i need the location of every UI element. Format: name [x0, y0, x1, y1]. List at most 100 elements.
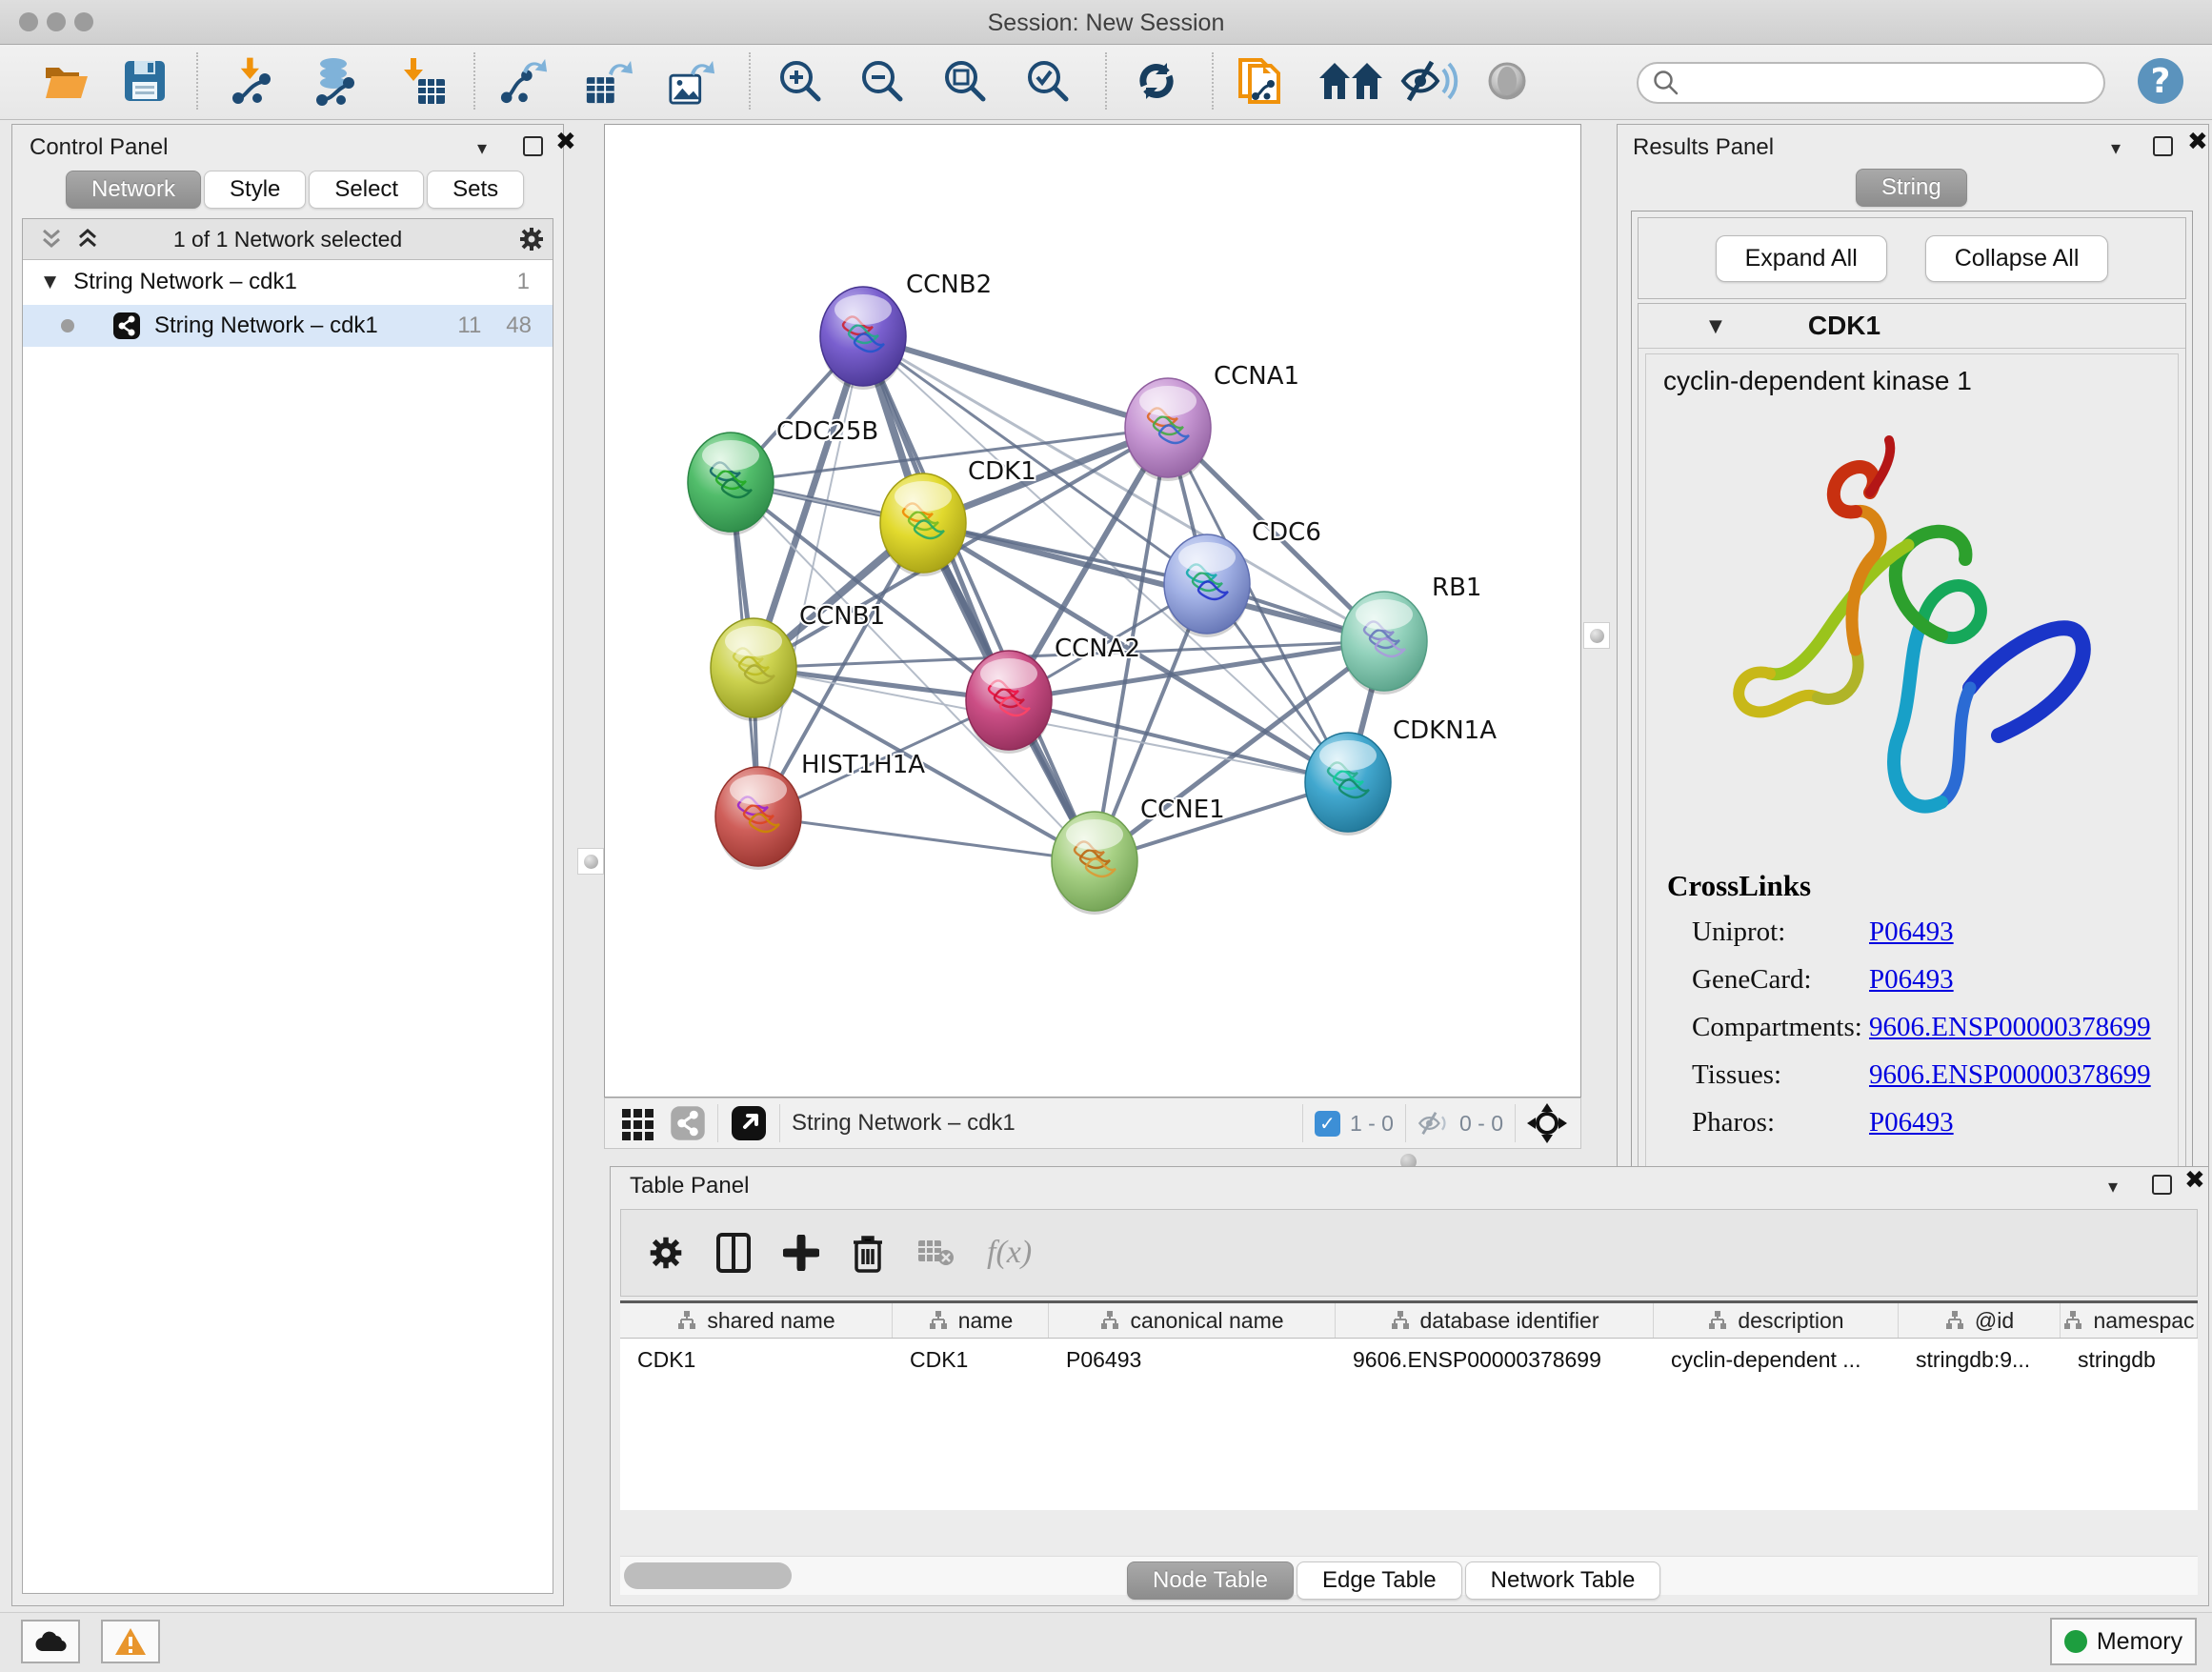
collapse-all-button[interactable]: Collapse All — [1925, 235, 2109, 282]
crosslink-value-link[interactable]: P06493 — [1869, 917, 1954, 948]
tab-sets[interactable]: Sets — [427, 171, 524, 209]
memory-button-label: Memory — [2097, 1628, 2182, 1656]
tab-select[interactable]: Select — [309, 171, 424, 209]
cloud-status-button[interactable] — [21, 1620, 80, 1663]
results-panel-title: Results Panel — [1633, 134, 1774, 161]
node-label-HIST1H1A: HIST1H1A — [801, 751, 925, 779]
table-cell: CDK1 — [893, 1339, 1049, 1380]
expand-all-button[interactable]: Expand All — [1716, 235, 1887, 282]
fit-content-crosshair-icon[interactable] — [1527, 1103, 1567, 1143]
import-network-file-icon[interactable] — [229, 56, 278, 106]
column-header-label: namespac — [2093, 1308, 2194, 1334]
search-field[interactable] — [1637, 62, 2105, 104]
tab-string[interactable]: String — [1856, 169, 1967, 207]
table-row[interactable]: CDK1CDK1P064939606.ENSP00000378699cyclin… — [620, 1339, 2198, 1380]
apply-layout-icon[interactable] — [1132, 56, 1181, 106]
results-panel-float-icon[interactable] — [2153, 136, 2173, 156]
crosslink-value-link[interactable]: 9606.ENSP00000378699 — [1869, 1059, 2151, 1091]
network-node-count: 11 — [457, 312, 481, 339]
import-network-database-icon[interactable] — [311, 56, 360, 106]
column-header-namespac[interactable]: namespac — [2061, 1303, 2198, 1338]
hide-selected-icon[interactable] — [1398, 56, 1461, 106]
help-icon[interactable]: ? — [2136, 56, 2185, 106]
node-label-CCNA2: CCNA2 — [1055, 635, 1140, 663]
save-session-icon[interactable] — [120, 56, 170, 106]
scrollbar-thumb[interactable] — [624, 1562, 792, 1589]
birdseye-toggle-icon[interactable] — [730, 1104, 768, 1142]
import-table-file-icon[interactable] — [398, 56, 448, 106]
tab-network[interactable]: Network — [66, 171, 201, 209]
column-header-name[interactable]: name — [893, 1303, 1049, 1338]
results-panel-menu-caret-icon[interactable]: ▾ — [2111, 136, 2121, 159]
node-CCNA1[interactable]: CCNA1 — [1125, 362, 1299, 481]
search-input[interactable] — [1680, 70, 2084, 96]
table-panel-float-icon[interactable] — [2152, 1175, 2172, 1195]
edge-CCNB2-HIST1H1A[interactable] — [758, 336, 863, 816]
table-cell: CDK1 — [620, 1339, 893, 1380]
table-panel-close-icon[interactable]: ✖ — [2184, 1171, 2205, 1190]
left-splitter-handle[interactable] — [577, 848, 604, 875]
results-panel-close-icon[interactable]: ✖ — [2187, 132, 2208, 151]
zoom-out-icon[interactable] — [857, 56, 907, 106]
open-session-icon[interactable] — [42, 56, 91, 106]
show-all-icon[interactable] — [1482, 56, 1532, 106]
column-header-canonical-name[interactable]: canonical name — [1049, 1303, 1336, 1338]
node-CCNB2[interactable]: CCNB2 — [820, 271, 992, 390]
crosslink-value-link[interactable]: P06493 — [1869, 1107, 1954, 1138]
collection-expander-icon[interactable]: ▼ — [44, 272, 56, 292]
export-image-icon[interactable] — [667, 56, 716, 106]
right-splitter-handle[interactable] — [1583, 622, 1610, 649]
node-CDKN1A[interactable]: CDKN1A — [1305, 716, 1497, 836]
table-options-gear-icon[interactable] — [648, 1235, 684, 1271]
hidden-eye-icon[interactable] — [1418, 1109, 1452, 1138]
control-panel-close-icon[interactable]: ✖ — [555, 132, 576, 151]
column-header-database-identifier[interactable]: database identifier — [1336, 1303, 1654, 1338]
warnings-button[interactable] — [101, 1620, 160, 1663]
export-network-icon[interactable] — [499, 56, 549, 106]
zoom-selected-icon[interactable] — [1023, 56, 1073, 106]
create-column-plus-icon[interactable] — [783, 1235, 819, 1271]
column-header-description[interactable]: description — [1654, 1303, 1899, 1338]
selected-checkbox-icon[interactable]: ✓ — [1315, 1111, 1340, 1137]
control-panel-menu-caret-icon[interactable]: ▾ — [477, 136, 487, 159]
string-network-graph[interactable]: CCNB2CCNA1CDC25BCDK1CDC6RB1CCNB1CCNA2CDK… — [605, 125, 1580, 1097]
memory-button[interactable]: Memory — [2050, 1618, 2197, 1665]
network-options-gear-icon[interactable] — [518, 226, 545, 252]
edge-HIST1H1A-CCNE1[interactable] — [758, 816, 1095, 861]
window-title: Session: New Session — [0, 10, 2212, 37]
node-CCNE1[interactable]: CCNE1 — [1052, 796, 1225, 915]
column-type-icon — [676, 1311, 697, 1330]
edge-CCNB2-CCNA1[interactable] — [863, 336, 1168, 428]
column-header-shared-name[interactable]: shared name — [620, 1303, 893, 1338]
tab-edge-table[interactable]: Edge Table — [1297, 1561, 1462, 1600]
network-collection-row[interactable]: ▼ String Network – cdk1 1 — [23, 261, 553, 303]
node-RB1[interactable]: RB1 — [1341, 574, 1481, 695]
string-home-icon[interactable] — [1317, 56, 1385, 106]
show-columns-icon[interactable] — [716, 1233, 751, 1273]
control-panel-float-icon[interactable] — [523, 136, 543, 156]
export-table-icon[interactable] — [583, 56, 633, 106]
edge-CCNB2-CCNE1[interactable] — [863, 336, 1095, 861]
app-status-bar: Memory — [0, 1612, 2212, 1672]
network-list-header: 1 of 1 Network selected — [23, 219, 553, 260]
zoom-fit-icon[interactable] — [940, 56, 990, 106]
table-panel-menu-caret-icon[interactable]: ▾ — [2108, 1175, 2118, 1198]
crosslink-value-link[interactable]: P06493 — [1869, 964, 1954, 996]
tab-node-table[interactable]: Node Table — [1127, 1561, 1294, 1600]
network-mode-icon[interactable] — [670, 1105, 706, 1141]
node-HIST1H1A[interactable]: HIST1H1A — [715, 751, 925, 870]
crosslink-label: Pharos: — [1692, 1107, 1869, 1138]
delete-column-trash-icon[interactable] — [852, 1233, 884, 1273]
crosslink-value-link[interactable]: 9606.ENSP00000378699 — [1869, 1012, 2151, 1043]
tab-style[interactable]: Style — [204, 171, 306, 209]
network-row[interactable]: String Network – cdk1 11 48 — [23, 305, 553, 347]
network-view-canvas[interactable]: CCNB2CCNA1CDC25BCDK1CDC6RB1CCNB1CCNA2CDK… — [604, 124, 1581, 1098]
node-CCNB1[interactable]: CCNB1 — [711, 602, 885, 721]
column-header-@id[interactable]: @id — [1899, 1303, 2061, 1338]
tab-network-table[interactable]: Network Table — [1465, 1561, 1661, 1600]
gene-expander-icon[interactable]: ▼ — [1709, 316, 1722, 336]
zoom-in-icon[interactable] — [775, 56, 825, 106]
grid-mode-icon[interactable] — [620, 1105, 656, 1141]
string-import-icon[interactable] — [1237, 56, 1286, 106]
gene-section-header[interactable]: ▼ CDK1 — [1639, 304, 2185, 349]
